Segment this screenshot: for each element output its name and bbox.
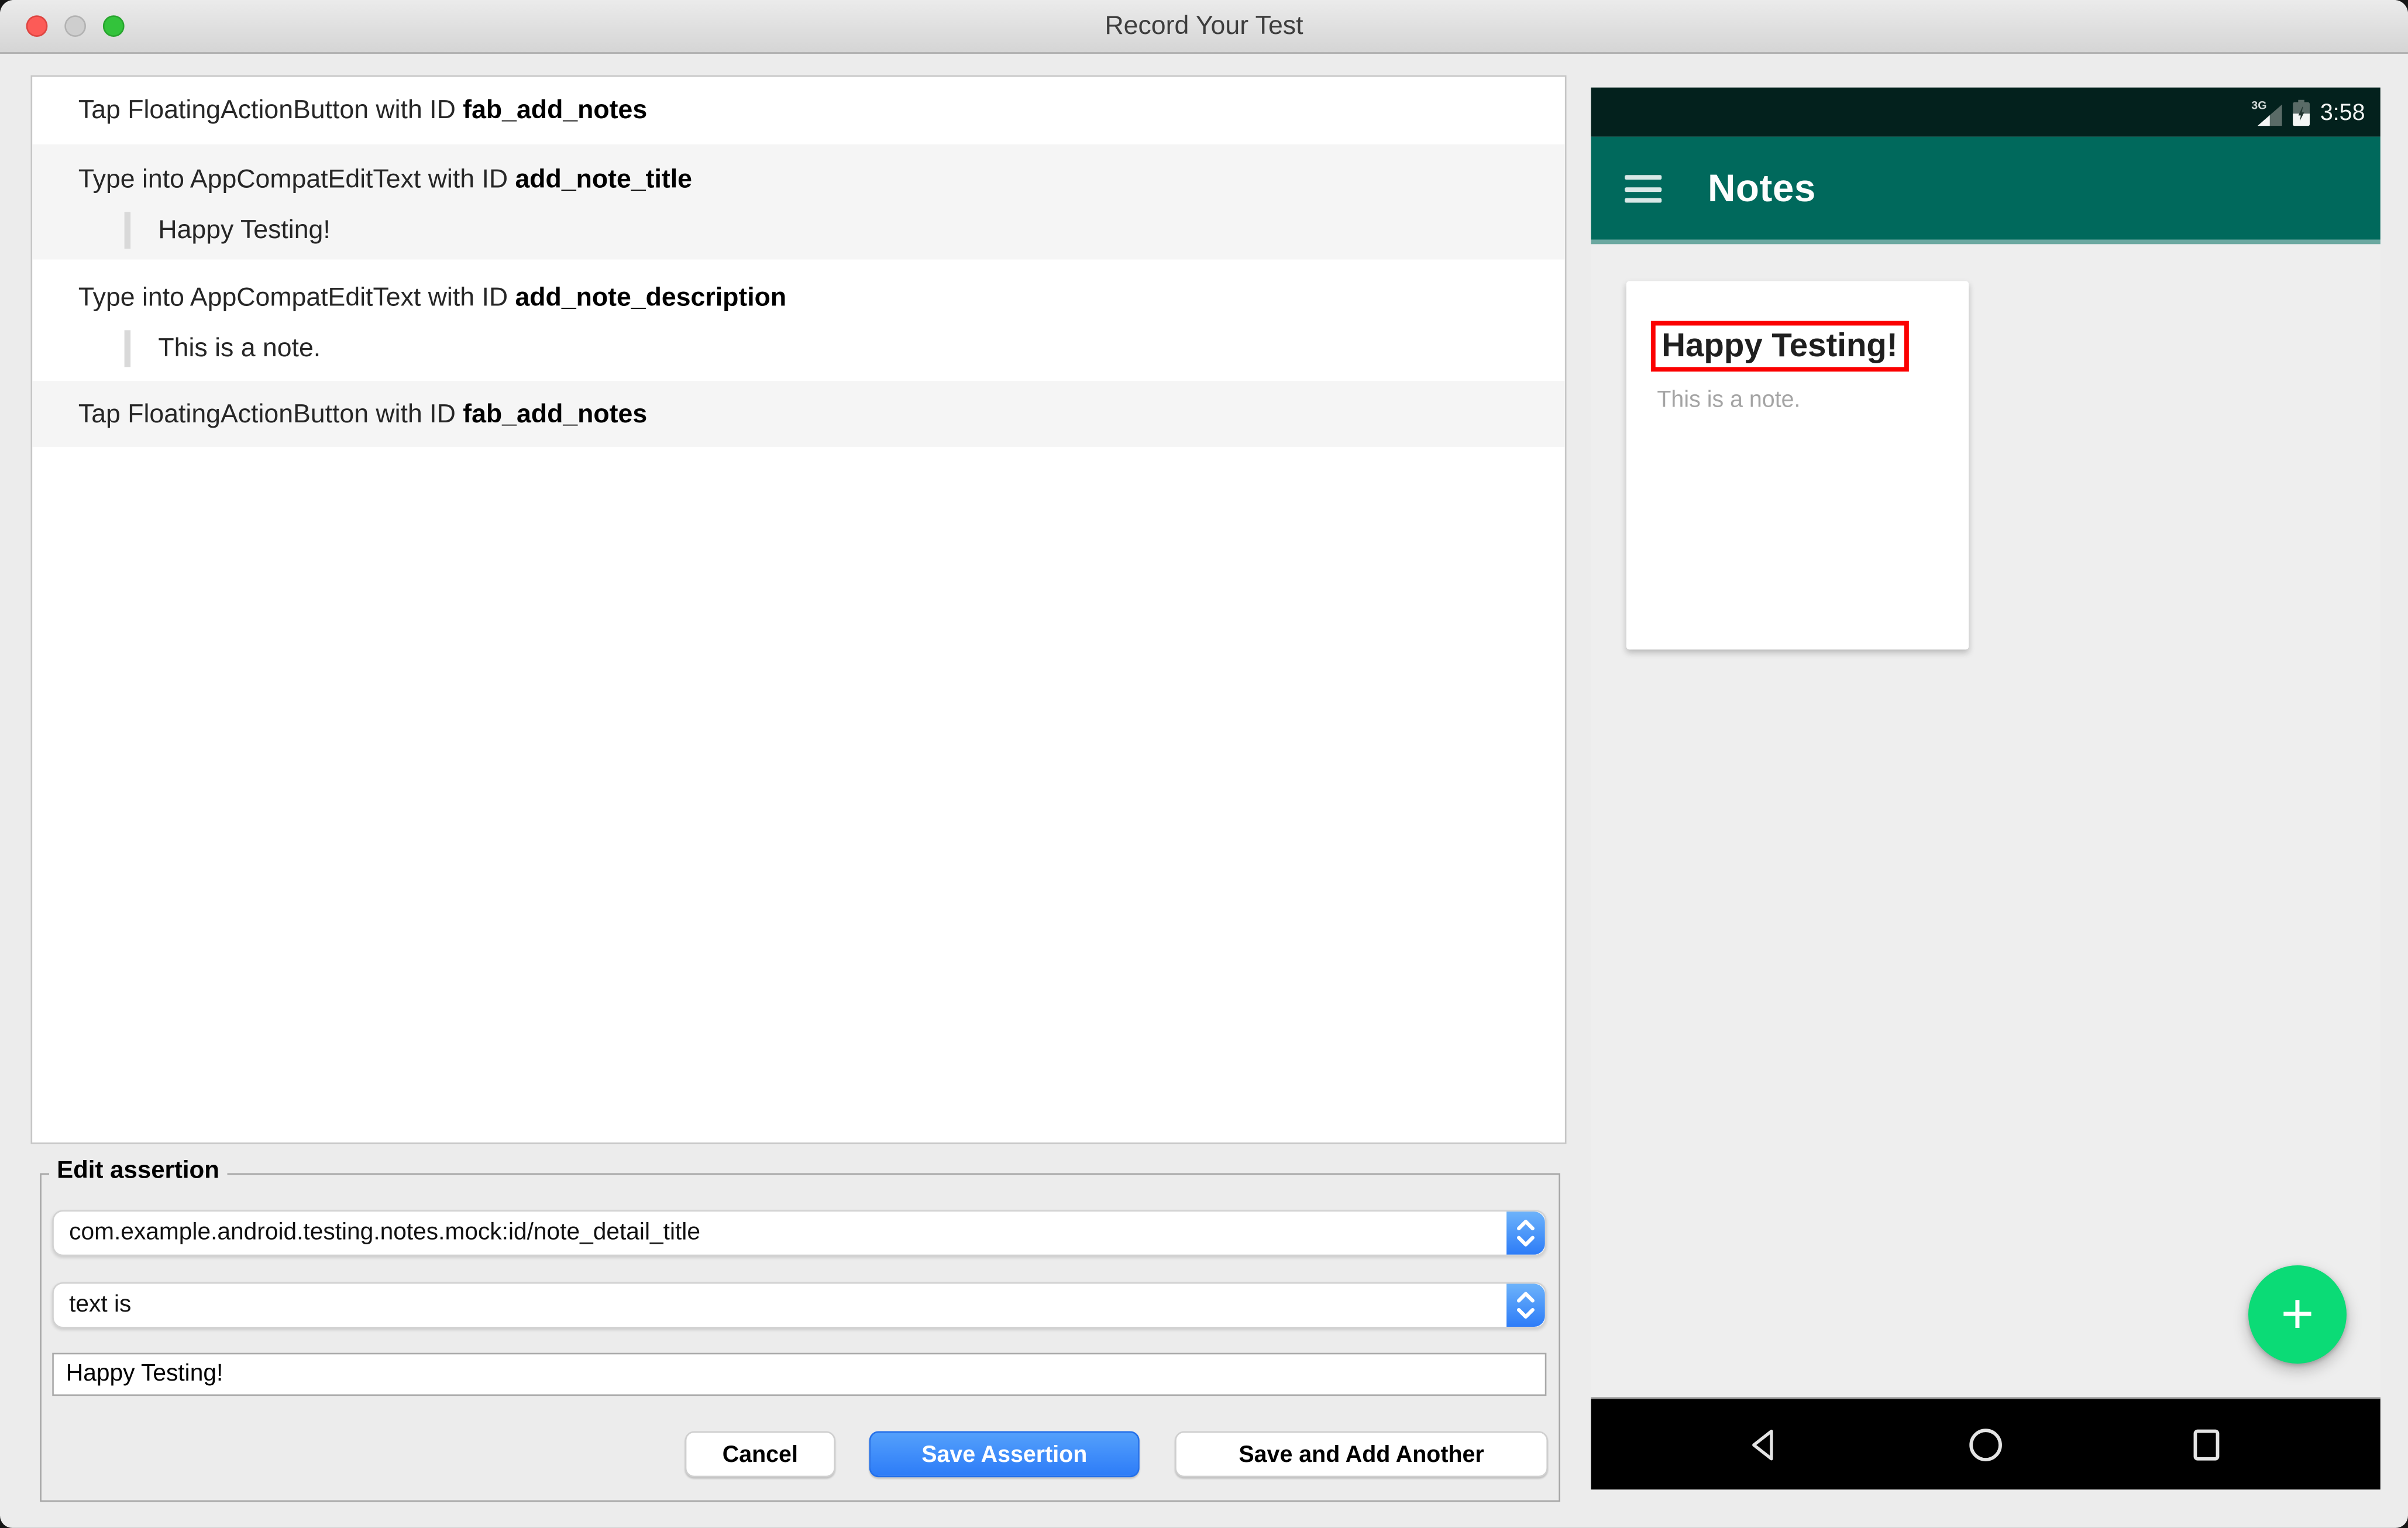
assertion-highlight-box: Happy Testing!	[1650, 321, 1909, 372]
app-bar-title: Notes	[1708, 167, 1816, 211]
cancel-button[interactable]: Cancel	[684, 1431, 835, 1478]
note-card[interactable]: Happy Testing! This is a note.	[1626, 281, 1969, 650]
assertion-view-selector-dropdown[interactable]: com.example.android.testing.notes.mock:i…	[52, 1210, 1547, 1257]
action-row-type-description[interactable]: Type into AppCompatEditText with ID add_…	[32, 260, 1565, 381]
action-row-tap-fab-2[interactable]: Tap FloatingActionButton with ID fab_add…	[32, 381, 1565, 447]
assertion-value-input[interactable]	[52, 1353, 1547, 1396]
action-row-type-title[interactable]: Type into AppCompatEditText with ID add_…	[32, 144, 1565, 260]
plus-icon: +	[2280, 1282, 2314, 1345]
save-assertion-button[interactable]: Save Assertion	[869, 1431, 1140, 1478]
notes-list-screen: Happy Testing! This is a note. +	[1591, 244, 2381, 1398]
add-note-fab[interactable]: +	[2248, 1265, 2347, 1364]
action-view-id: add_note_description	[515, 283, 787, 312]
window-title: Record Your Test	[1105, 11, 1303, 40]
android-app-bar: Notes	[1591, 136, 2381, 245]
back-icon[interactable]	[1745, 1399, 1781, 1491]
action-text: Type into AppCompatEditText with ID	[78, 164, 515, 194]
android-navigation-bar	[1591, 1397, 2381, 1491]
typed-value-line: This is a note.	[124, 330, 1565, 367]
titlebar: Record Your Test	[0, 0, 2408, 54]
action-view-id: fab_add_notes	[463, 398, 648, 428]
note-description: This is a note.	[1657, 387, 1801, 414]
action-text: Type into AppCompatEditText with ID	[78, 283, 515, 312]
edit-assertion-panel: Edit assertion com.example.android.testi…	[40, 1158, 1560, 1502]
recorded-actions-list[interactable]: Tap FloatingActionButton with ID fab_add…	[30, 75, 1567, 1144]
action-view-id: add_note_title	[515, 164, 693, 194]
status-bar-time: 3:58	[2320, 99, 2365, 125]
value-indent-bar	[124, 330, 131, 367]
value-indent-bar	[124, 212, 131, 249]
typed-value-line: Happy Testing!	[124, 212, 1565, 249]
action-text: Tap FloatingActionButton with ID	[78, 95, 463, 125]
recents-icon[interactable]	[2189, 1399, 2225, 1491]
action-row-tap-fab-1[interactable]: Tap FloatingActionButton with ID fab_add…	[32, 77, 1565, 144]
assertion-view-selector-value: com.example.android.testing.notes.mock:i…	[69, 1219, 700, 1245]
typed-value: Happy Testing!	[158, 215, 331, 245]
typed-value: This is a note.	[158, 333, 321, 363]
hamburger-menu-icon[interactable]	[1625, 175, 1662, 203]
record-your-test-window: Record Your Test Tap FloatingActionButto…	[0, 0, 2408, 1528]
edit-assertion-legend: Edit assertion	[49, 1158, 228, 1186]
device-screen-mirror: 3G 3:58 Notes Happy Testing! This is a n…	[1591, 87, 2381, 1491]
network-type-label: 3G	[2251, 99, 2266, 112]
battery-charging-icon	[2292, 99, 2310, 125]
screenshot-viewport: Record Your Test Tap FloatingActionButto…	[0, 0, 2408, 1528]
cellular-signal-3g-icon: 3G	[2251, 99, 2282, 126]
save-and-add-another-button[interactable]: Save and Add Another	[1175, 1431, 1548, 1478]
action-view-id: fab_add_notes	[463, 95, 648, 125]
dropdown-stepper-icon[interactable]	[1506, 1283, 1545, 1327]
assertion-condition-value: text is	[69, 1291, 132, 1318]
home-icon[interactable]	[1967, 1399, 2004, 1491]
android-status-bar: 3G 3:58	[1591, 87, 2381, 137]
action-text: Tap FloatingActionButton with ID	[78, 398, 463, 428]
dropdown-stepper-icon[interactable]	[1506, 1212, 1545, 1255]
note-title: Happy Testing!	[1661, 327, 1898, 364]
assertion-condition-dropdown[interactable]: text is	[52, 1282, 1547, 1329]
